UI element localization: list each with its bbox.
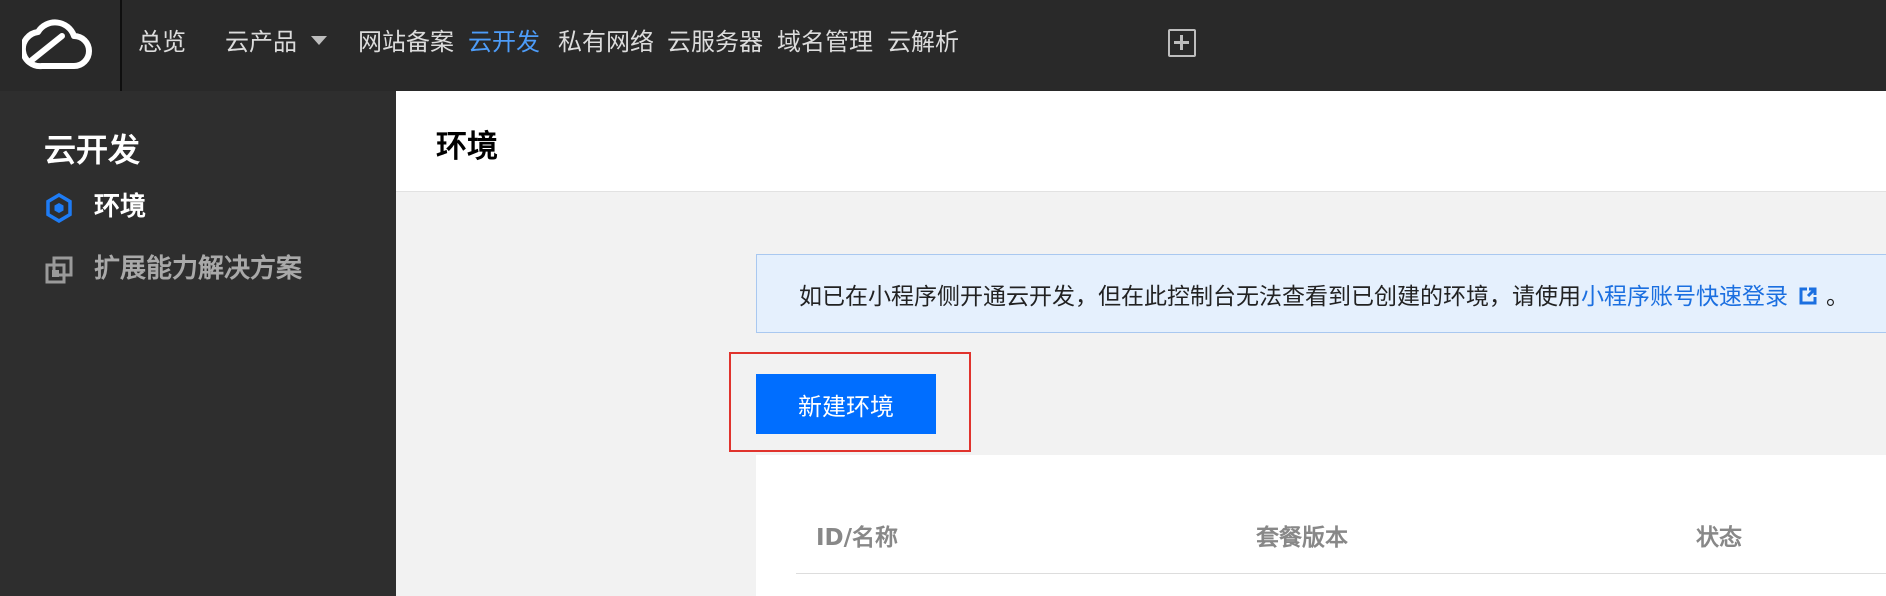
nav-cvm[interactable]: 云服务器 — [667, 24, 763, 60]
notice-suffix: 。 — [1826, 284, 1849, 310]
caret-down-icon — [311, 35, 327, 45]
nav-cloud-products[interactable]: 云产品 — [225, 24, 327, 60]
sidebar: 云开发 环境 扩展能力解决方案 — [0, 91, 396, 596]
sidebar-item-label: 扩展能力解决方案 — [94, 254, 303, 284]
nav-cloud-products-label: 云产品 — [225, 28, 297, 56]
extension-icon — [45, 256, 73, 284]
table-divider — [796, 573, 1886, 574]
sidebar-item-label: 环境 — [94, 192, 147, 222]
nav-dns[interactable]: 云解析 — [887, 24, 959, 60]
logo-divider — [120, 0, 122, 91]
info-notice: 如已在小程序侧开通云开发，但在此控制台无法查看到已创建的环境，请使用小程序账号快… — [756, 254, 1886, 333]
environment-table: ID/名称 套餐版本 状态 — [756, 455, 1886, 596]
sidebar-title: 云开发 — [44, 131, 141, 169]
hexagon-icon — [46, 193, 72, 223]
notice-message: 如已在小程序侧开通云开发，但在此控制台无法查看到已创建的环境，请使用 — [799, 284, 1581, 310]
external-link-icon[interactable] — [1798, 286, 1818, 306]
notice-text: 如已在小程序侧开通云开发，但在此控制台无法查看到已创建的环境，请使用小程序账号快… — [799, 277, 1849, 311]
quick-login-link[interactable]: 小程序账号快速登录 — [1581, 284, 1788, 310]
top-nav-bar: 总览 云产品 网站备案 云开发 私有网络 云服务器 域名管理 云解析 — [0, 0, 1886, 91]
nav-vpc[interactable]: 私有网络 — [558, 24, 654, 60]
nav-website-filing[interactable]: 网站备案 — [358, 24, 454, 60]
page-header: 环境 — [396, 91, 1886, 192]
cloud-logo-icon[interactable] — [22, 14, 92, 72]
nav-domain[interactable]: 域名管理 — [777, 24, 873, 60]
column-header-status[interactable]: 状态 — [1696, 518, 1742, 552]
page-title: 环境 — [436, 129, 498, 165]
nav-cloud-dev[interactable]: 云开发 — [468, 24, 540, 60]
create-environment-button[interactable]: 新建环境 — [756, 374, 936, 434]
add-square-icon[interactable] — [1168, 29, 1196, 57]
column-header-id-name[interactable]: ID/名称 — [816, 518, 898, 552]
nav-overview[interactable]: 总览 — [138, 24, 186, 60]
column-header-plan-version[interactable]: 套餐版本 — [1256, 518, 1348, 552]
